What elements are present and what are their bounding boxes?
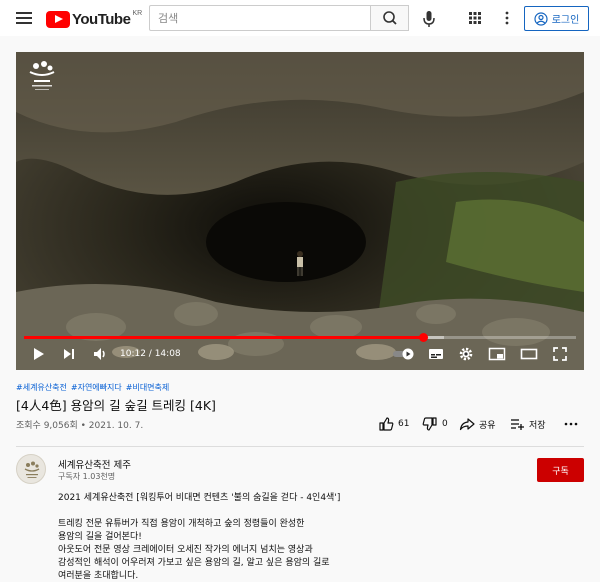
progress-bar[interactable] [24, 333, 576, 342]
hashtag-link[interactable]: #자연에빠지다 [71, 382, 122, 393]
mic-button[interactable] [418, 8, 440, 30]
next-icon[interactable] [62, 346, 76, 362]
logo-text: YouTube [72, 10, 131, 28]
top-bar: YouTube KR 로그인 [0, 0, 600, 36]
youtube-logo[interactable]: YouTube KR [46, 10, 142, 28]
channel-avatar[interactable] [16, 454, 46, 484]
upload-date: 2021. 10. 7. [88, 421, 144, 431]
logo-country: KR [132, 9, 143, 17]
settings-icon[interactable] [458, 346, 474, 362]
more-horiz-icon [564, 422, 578, 426]
subscriber-count: 구독자 1.03천명 [58, 472, 116, 481]
subscribe-button[interactable]: 구독 [537, 458, 584, 482]
more-vert-button[interactable] [498, 9, 516, 27]
duration: 14:08 [154, 349, 181, 359]
volume-icon[interactable] [92, 346, 108, 362]
channel-logo-icon [24, 461, 40, 478]
video-player[interactable]: 10:12 / 14:08 [16, 52, 584, 370]
video-description: 2021 세계유산축전 [워킹투어 비대면 컨텐츠 '불의 숨길을 걷다 - 4… [58, 492, 578, 582]
search-button[interactable] [371, 5, 409, 31]
like-icon [379, 417, 394, 431]
progress-played [24, 336, 423, 339]
fullscreen-icon[interactable] [552, 346, 568, 362]
hashtag-link[interactable]: #비대면축제 [126, 382, 170, 393]
more-vert-icon [505, 11, 509, 25]
search-input[interactable] [150, 6, 370, 30]
like-button[interactable]: 61 [378, 412, 409, 436]
dislike-button[interactable]: 0 [422, 412, 448, 436]
video-frame [16, 52, 584, 370]
channel-name[interactable]: 세계유산축전 제주 [58, 457, 131, 471]
theater-icon[interactable] [520, 346, 538, 362]
description-line: 감성적인 해석이 어우러져 가보고 싶은 용암의 길, 알고 싶은 용암의 길로 [58, 558, 330, 568]
description-line: 아웃도어 전문 영상 크레에이터 오세진 작가의 에너지 넘치는 영상과 [58, 545, 313, 555]
mic-icon [423, 11, 435, 27]
autoplay-toggle-icon[interactable] [392, 346, 416, 362]
account-icon [534, 11, 548, 26]
channel-watermark-logo [29, 61, 55, 90]
save-icon [511, 419, 524, 430]
save-button[interactable]: 저장 [509, 412, 546, 436]
video-title: [4人4色] 용암의 길 숲길 트레킹 [4K] [16, 398, 216, 413]
apps-button[interactable] [466, 9, 484, 27]
description-line: 트레킹 전문 유튜버가 직접 용암이 개척하고 숲의 정령들이 완성한 [58, 519, 305, 529]
play-icon[interactable] [32, 346, 46, 362]
hashtag-list: #세계유산축전 #자연에빠지다 #비대면축제 [16, 382, 169, 393]
subtitles-icon[interactable] [428, 346, 444, 362]
share-label: 공유 [479, 420, 496, 431]
description-line: 용암의 길을 걸어본다! [58, 532, 142, 542]
miniplayer-icon[interactable] [488, 346, 506, 362]
time-display: 10:12 / 14:08 [120, 346, 181, 362]
divider [16, 446, 584, 447]
video-meta: 조회수 9,056회 • 2021. 10. 7. [16, 418, 143, 431]
time-separator: / [145, 349, 155, 359]
share-button[interactable]: 공유 [459, 412, 496, 436]
hashtag-link[interactable]: #세계유산축전 [16, 382, 67, 393]
search-box [149, 5, 371, 31]
search-icon [383, 11, 397, 25]
description-line: 여러분을 초대합니다. [58, 571, 139, 581]
dislike-count: 0 [442, 419, 448, 429]
dislike-icon [422, 417, 437, 431]
youtube-logo-icon [46, 10, 70, 28]
player-controls: 10:12 / 14:08 [16, 333, 584, 370]
description-line: 2021 세계유산축전 [워킹투어 비대면 컨텐츠 '불의 숨길을 걷다 - 4… [58, 493, 341, 503]
share-icon [459, 418, 475, 431]
progress-scrubber[interactable] [418, 333, 428, 342]
login-label: 로그인 [551, 15, 580, 26]
meta-separator: • [80, 421, 89, 431]
more-actions-button[interactable] [563, 412, 579, 436]
apps-icon [469, 12, 481, 24]
like-count: 61 [398, 419, 410, 429]
save-label: 저장 [529, 420, 546, 431]
login-button[interactable]: 로그인 [524, 6, 589, 31]
view-count: 조회수 9,056회 [16, 421, 78, 431]
menu-icon[interactable] [14, 9, 34, 27]
current-time: 10:12 [120, 349, 146, 359]
